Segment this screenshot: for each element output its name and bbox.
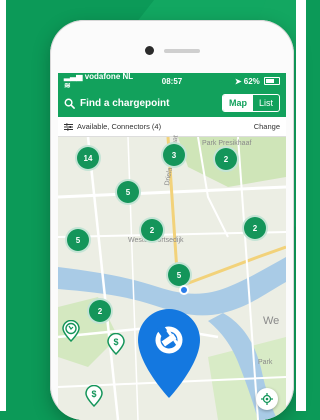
tab-map[interactable]: Map <box>222 95 253 111</box>
charger-pin-icon[interactable] <box>62 320 80 342</box>
signal-icon: ▂▃▅ <box>64 73 83 81</box>
charger-cluster[interactable]: 5 <box>65 227 91 253</box>
status-time: 08:57 <box>161 76 183 86</box>
crosshair-icon <box>261 393 273 405</box>
paid-charger-pin-icon[interactable]: $ <box>85 385 103 407</box>
charger-cluster[interactable]: 2 <box>139 217 165 243</box>
charger-cluster[interactable]: 5 <box>166 262 192 288</box>
location-arrow-icon: ➤ <box>234 76 242 86</box>
status-carrier: ▂▃▅ vodafone NL ≋ <box>64 73 136 90</box>
charger-cluster[interactable]: 3 <box>161 142 187 168</box>
status-right: ➤ 62% <box>208 77 280 86</box>
svg-text:$: $ <box>91 389 96 399</box>
charger-cluster[interactable]: 2 <box>213 146 239 172</box>
search-icon <box>64 98 75 109</box>
front-camera <box>144 46 154 56</box>
svg-text:$: $ <box>113 337 118 347</box>
charger-cluster[interactable]: 5 <box>115 179 141 205</box>
my-location-button[interactable] <box>256 388 278 410</box>
left-edge-strip <box>0 0 6 411</box>
filter-summary: Available, Connectors (4) <box>77 122 162 131</box>
app-header: Find a chargepoint Map List <box>58 89 286 117</box>
change-filter-button[interactable]: Change <box>254 122 280 131</box>
speaker-grille <box>163 48 200 53</box>
selected-charger-marker[interactable] <box>136 307 202 399</box>
right-edge-strip <box>296 0 306 411</box>
battery-icon <box>264 77 280 86</box>
app-screen: ▂▃▅ vodafone NL ≋ 08:57 ➤ 62% Find a cha… <box>58 73 286 420</box>
view-toggle: Map List <box>221 94 280 112</box>
charger-cluster[interactable]: 2 <box>242 215 268 241</box>
phone-frame: ▂▃▅ vodafone NL ≋ 08:57 ➤ 62% Find a cha… <box>50 20 294 420</box>
map-place-label: We <box>263 315 280 327</box>
paid-charger-pin-icon[interactable]: $ <box>107 333 125 355</box>
carrier-label: vodafone NL <box>84 73 134 81</box>
current-location-dot <box>179 285 189 295</box>
map-place-label: Park <box>258 359 273 366</box>
phone-top-bezel <box>50 42 294 60</box>
search-label: Find a chargepoint <box>80 97 170 109</box>
filter-sliders-icon <box>64 123 73 130</box>
wifi-icon: ≋ <box>64 81 71 90</box>
search-chargepoint-button[interactable]: Find a chargepoint <box>64 98 222 109</box>
charger-cluster[interactable]: 2 <box>87 298 113 324</box>
battery-percent: 62% <box>243 76 260 86</box>
tab-list[interactable]: List <box>253 95 279 111</box>
charger-cluster[interactable]: 14 <box>75 145 101 171</box>
map-view[interactable]: Park Presikhaaf Westervoortsedijk Driela… <box>58 135 286 420</box>
status-bar: ▂▃▅ vodafone NL ≋ 08:57 ➤ 62% <box>58 73 286 90</box>
